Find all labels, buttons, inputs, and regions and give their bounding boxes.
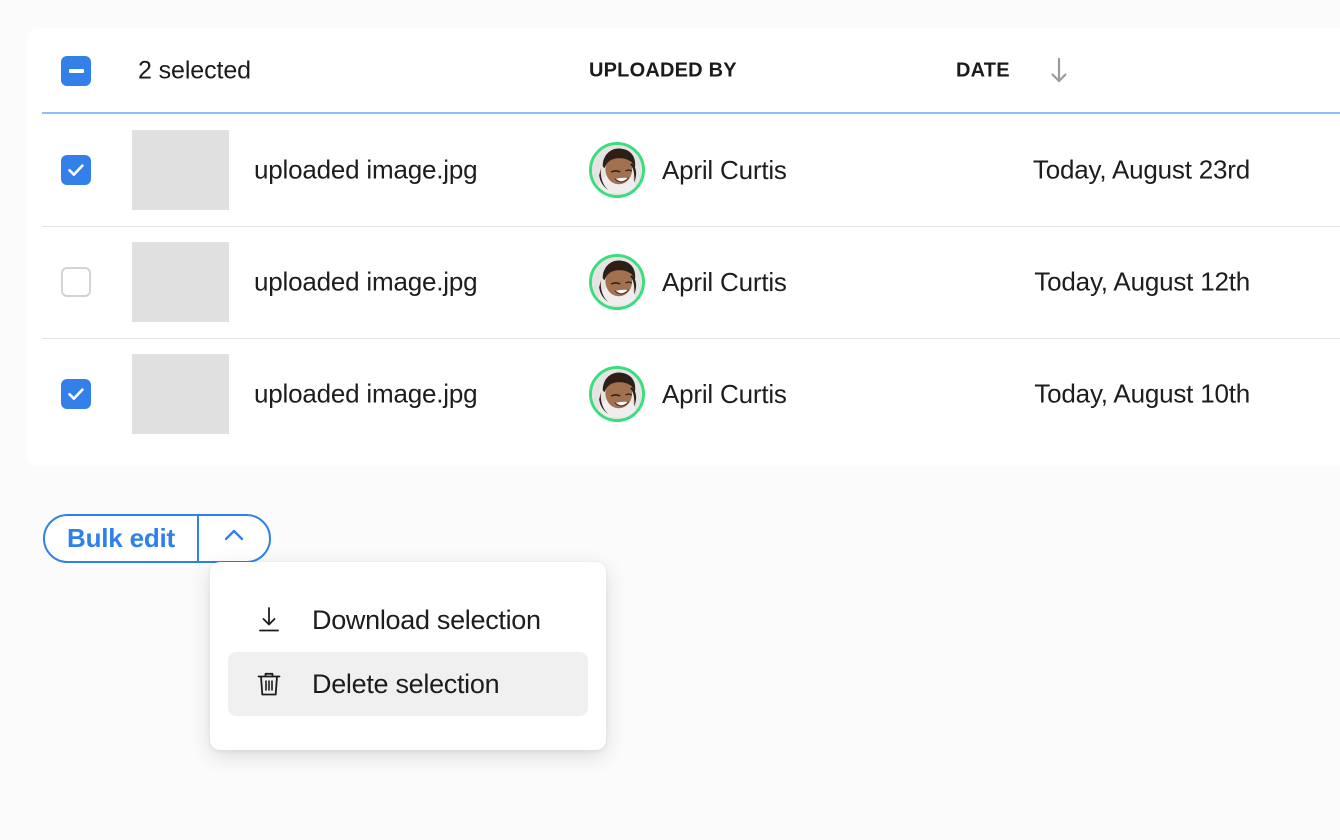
avatar	[589, 142, 645, 198]
indeterminate-dash-icon	[68, 69, 84, 73]
table-header-row: 2 selected UPLOADED BY DATE	[27, 28, 1340, 114]
trash-icon	[254, 669, 284, 699]
uploader-cell: April Curtis	[589, 142, 787, 198]
table-body: uploaded image.jpg April Curtis Today, Aug…	[27, 114, 1340, 450]
uploader-name: April Curtis	[662, 378, 787, 409]
page-root: 2 selected UPLOADED BY DATE uploaded ima…	[0, 0, 1340, 840]
row-select-cell[interactable]	[56, 338, 96, 450]
menu-item-label: Download selection	[312, 604, 541, 635]
selection-count-label: 2 selected	[138, 56, 251, 85]
row-checkbox[interactable]	[61, 155, 91, 185]
file-date: Today, August 12th	[1034, 266, 1250, 297]
uploader-cell: April Curtis	[589, 254, 787, 310]
column-header-date[interactable]: DATE	[956, 60, 1010, 83]
bulk-edit-menu-list: Download selection Delete selection	[228, 588, 588, 716]
chevron-up-icon	[217, 519, 251, 558]
row-divider	[42, 226, 1340, 227]
avatar	[589, 366, 645, 422]
menu-item-download-selection[interactable]: Download selection	[228, 588, 588, 652]
row-select-cell[interactable]	[56, 226, 96, 338]
uploader-name: April Curtis	[662, 266, 787, 297]
file-name: uploaded image.jpg	[254, 378, 478, 409]
row-checkbox[interactable]	[61, 379, 91, 409]
bulk-edit-dropdown-toggle[interactable]	[197, 516, 269, 561]
menu-item-label: Delete selection	[312, 668, 500, 699]
row-checkbox[interactable]	[61, 267, 91, 297]
menu-item-delete-selection[interactable]: Delete selection	[228, 652, 588, 716]
bulk-edit-button[interactable]: Bulk edit	[45, 516, 197, 561]
table-row[interactable]: uploaded image.jpg April Curtis Today, Aug…	[27, 226, 1340, 338]
column-header-uploaded-by[interactable]: UPLOADED BY	[589, 60, 737, 83]
file-thumbnail	[132, 242, 229, 322]
download-icon	[254, 605, 284, 635]
uploader-cell: April Curtis	[589, 366, 787, 422]
select-all-checkbox[interactable]	[61, 56, 91, 86]
file-name: uploaded image.jpg	[254, 266, 478, 297]
file-thumbnail	[132, 130, 229, 210]
table-row[interactable]: uploaded image.jpg April Curtis Today, Aug…	[27, 114, 1340, 226]
uploader-name: April Curtis	[662, 154, 787, 185]
avatar	[589, 254, 645, 310]
file-date: Today, August 10th	[1034, 378, 1250, 409]
select-all-cell[interactable]	[56, 28, 96, 114]
table-row[interactable]: uploaded image.jpg April Curtis Today, Aug…	[27, 338, 1340, 450]
row-divider	[42, 338, 1340, 339]
file-name: uploaded image.jpg	[254, 154, 478, 185]
arrow-down-icon[interactable]	[1042, 54, 1076, 88]
files-table-card: 2 selected UPLOADED BY DATE uploaded ima…	[27, 28, 1340, 466]
file-thumbnail	[132, 354, 229, 434]
bulk-edit-split-button[interactable]: Bulk edit	[43, 514, 271, 563]
file-date: Today, August 23rd	[1032, 154, 1250, 185]
bulk-edit-menu: Download selection Delete selection	[210, 562, 606, 750]
row-select-cell[interactable]	[56, 114, 96, 226]
